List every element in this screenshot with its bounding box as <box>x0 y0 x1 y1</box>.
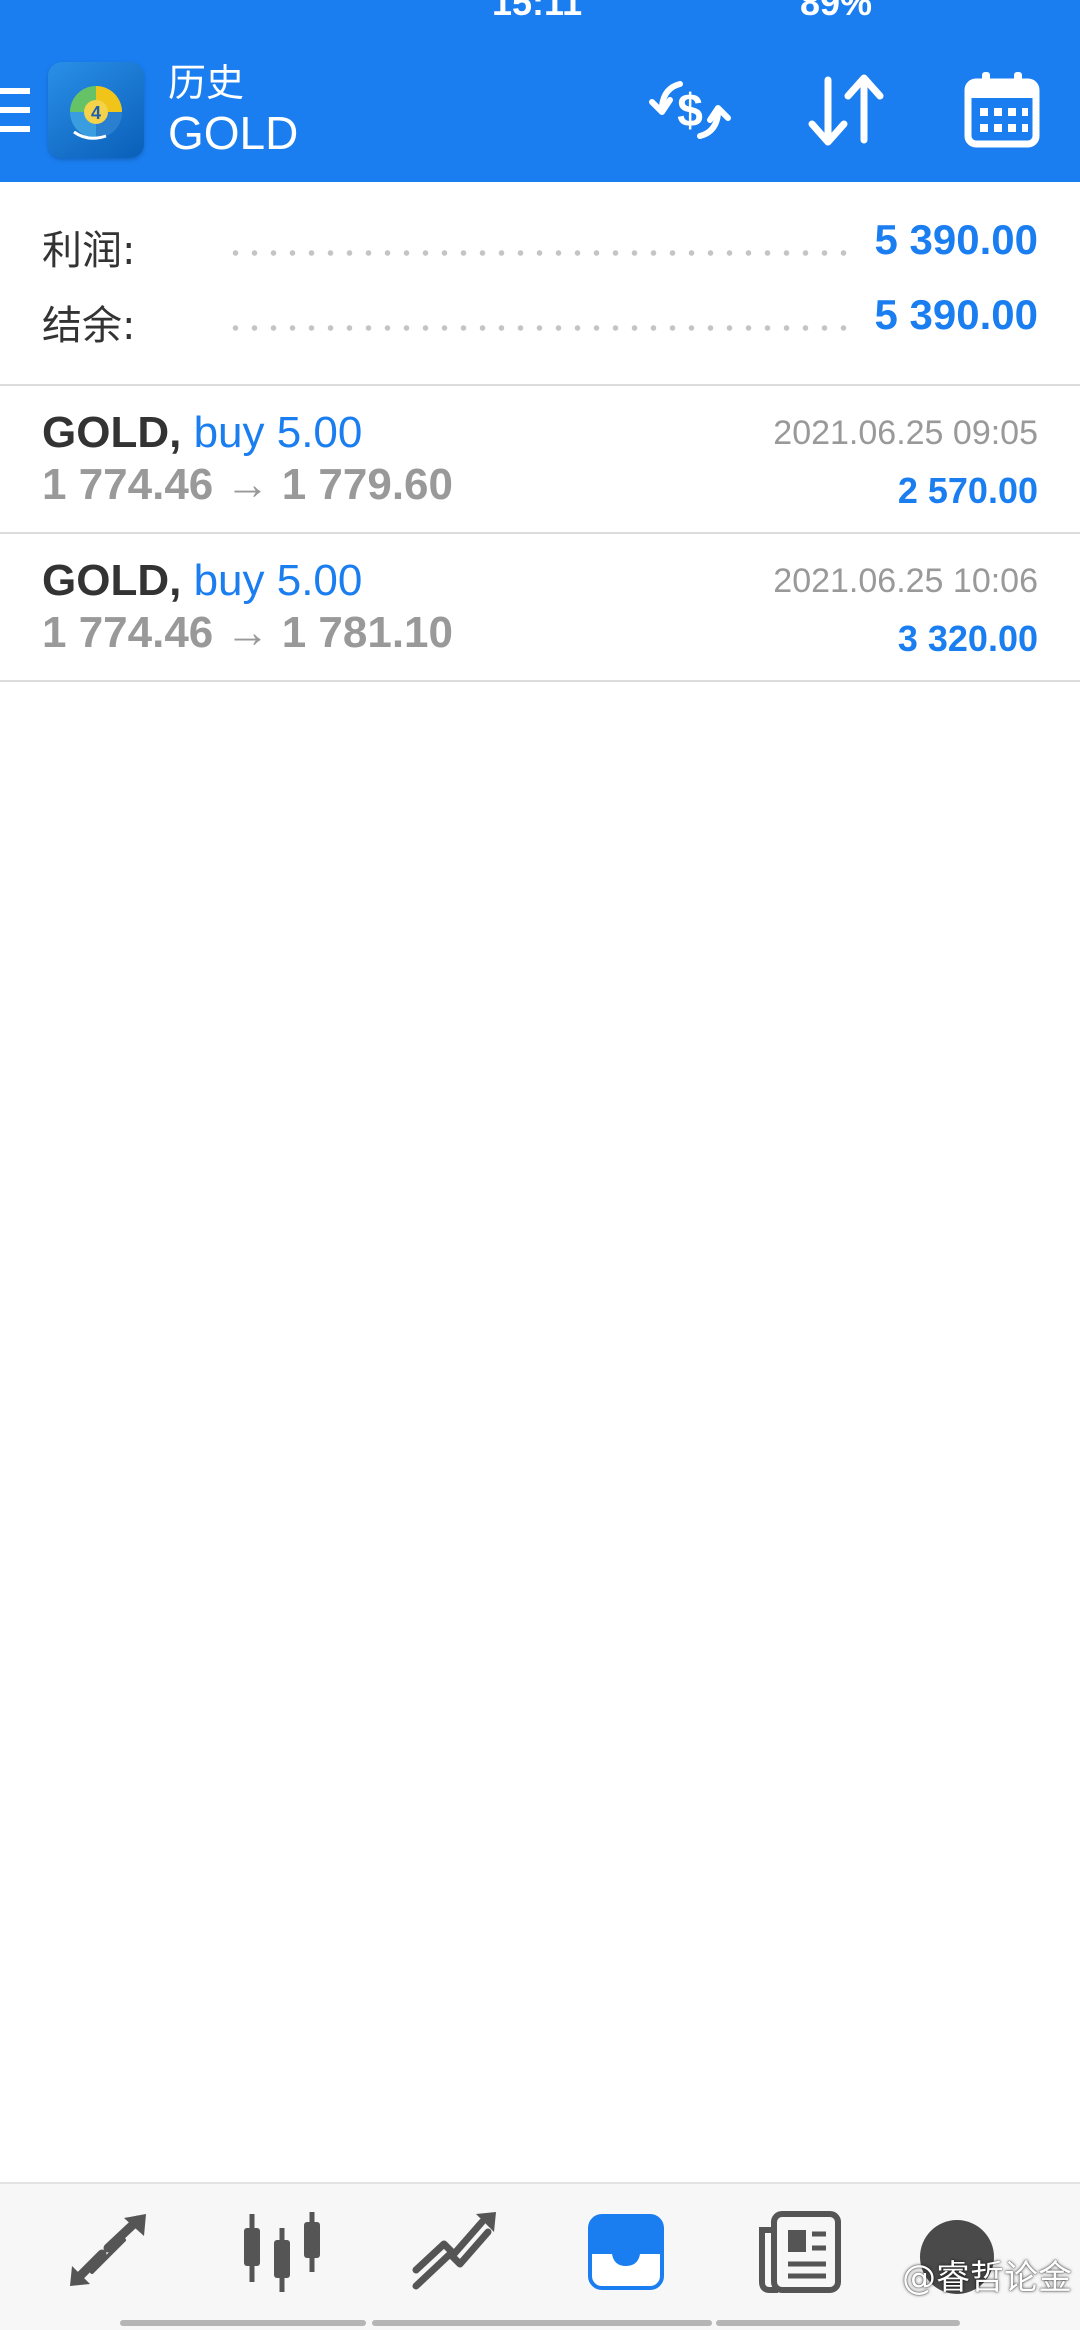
balance-value: 5 390.00 <box>874 291 1039 338</box>
symbol-title: GOLD <box>168 107 299 159</box>
quotes-icon[interactable] <box>62 2210 158 2294</box>
deal-type: buy 5.00 <box>193 408 363 457</box>
history-screen: 15:11 89% 4 历史 GOLD $ 利润: 5 390.00 结余: 5… <box>0 0 1080 2330</box>
deal-time: 2021.06.25 10:06 <box>773 562 1038 600</box>
nav-indicator <box>716 2320 960 2326</box>
deal-type: buy 5.00 <box>193 556 363 605</box>
svg-text:$: $ <box>677 84 703 136</box>
history-icon[interactable] <box>578 2210 674 2294</box>
svg-text:4: 4 <box>91 103 101 123</box>
deal-row[interactable]: GOLD, buy 5.00 1 774.46 → 1 779.60 2021.… <box>0 386 1080 534</box>
status-battery: 89% <box>800 0 873 23</box>
calendar-icon[interactable] <box>954 62 1050 158</box>
metatrader4-logo: 4 <box>48 62 144 158</box>
deal-header: GOLD, buy 5.00 <box>42 408 362 458</box>
watermark: @睿哲论金 <box>902 2258 1072 2298</box>
deal-symbol: GOLD, <box>42 408 182 457</box>
deal-profit: 3 320.00 <box>897 618 1038 659</box>
deal-header: GOLD, buy 5.00 <box>42 556 362 606</box>
profit-label: 利润: <box>42 228 136 274</box>
news-icon[interactable] <box>752 2210 848 2294</box>
bottom-navigation: @睿哲论金 <box>0 2182 1080 2330</box>
balance-row: 结余: 5 390.00 <box>42 285 1038 355</box>
currency-exchange-icon[interactable]: $ <box>642 62 738 158</box>
page-title: 历史 <box>168 61 245 105</box>
deal-row[interactable]: GOLD, buy 5.00 1 774.46 → 1 781.10 2021.… <box>0 534 1080 682</box>
profit-value: 5 390.00 <box>874 216 1039 263</box>
toolbar: 4 历史 GOLD $ <box>0 44 1080 182</box>
trade-icon[interactable] <box>406 2210 502 2294</box>
sort-icon[interactable] <box>798 62 894 158</box>
dotted-leader <box>226 325 848 331</box>
deal-prices: 1 774.46 → 1 779.60 <box>42 460 453 509</box>
deal-profit: 2 570.00 <box>897 470 1038 511</box>
nav-indicator <box>120 2320 366 2326</box>
dotted-leader <box>226 250 848 256</box>
status-time: 15:11 <box>492 0 583 23</box>
profit-row: 利润: 5 390.00 <box>42 210 1038 280</box>
chart-icon[interactable] <box>234 2210 330 2294</box>
status-bar: 15:11 89% <box>0 0 1080 44</box>
balance-label: 结余: <box>42 303 136 349</box>
deal-prices: 1 774.46 → 1 781.10 <box>42 608 453 657</box>
deal-symbol: GOLD, <box>42 556 182 605</box>
nav-indicator <box>372 2320 712 2326</box>
deal-time: 2021.06.25 09:05 <box>773 414 1038 452</box>
menu-icon[interactable] <box>0 88 30 136</box>
summary: 利润: 5 390.00 结余: 5 390.00 <box>0 182 1080 386</box>
